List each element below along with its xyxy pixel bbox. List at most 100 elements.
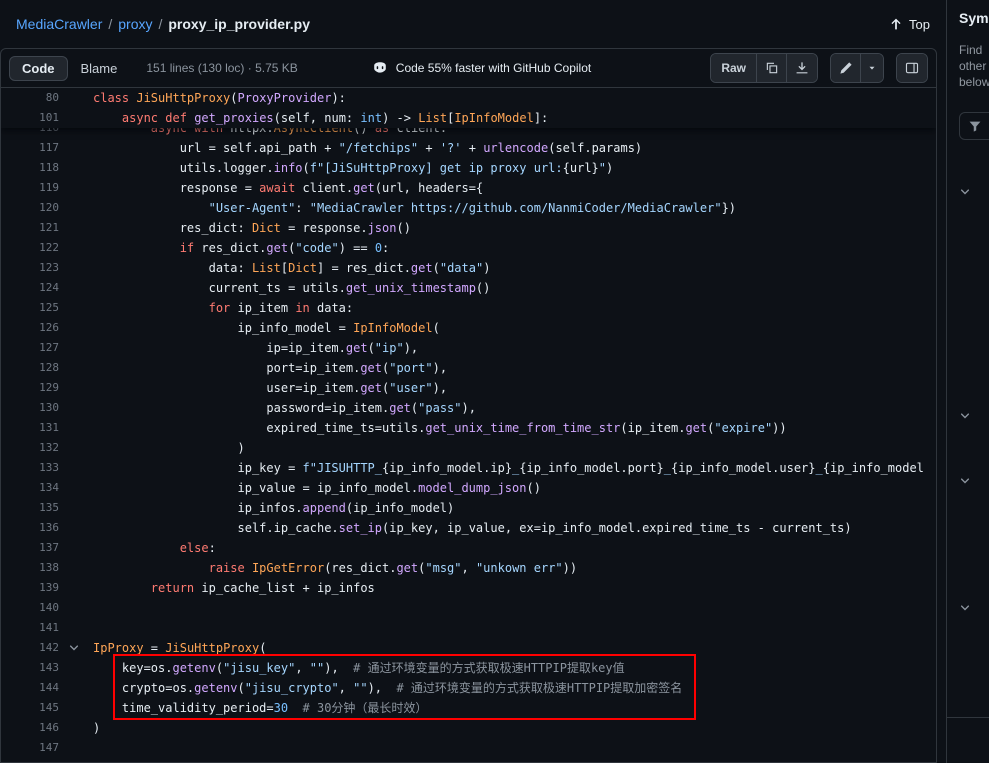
line-number[interactable]: 129 [1, 378, 59, 398]
gutter-spacer [59, 138, 89, 158]
symbols-panel: Symbols Findotherbelow [946, 0, 989, 763]
line-number[interactable]: 138 [1, 558, 59, 578]
line-number[interactable]: 140 [1, 598, 59, 618]
file-box: Code Blame 151 lines (130 loc) · 5.75 KB… [0, 48, 937, 763]
code-text: ip=ip_item.get("ip"), [89, 338, 418, 358]
code-line: 119 response = await client.get(url, hea… [1, 178, 936, 198]
line-number[interactable]: 126 [1, 318, 59, 338]
code-text: expired_time_ts=utils.get_unix_time_from… [89, 418, 787, 438]
raw-button[interactable]: Raw [711, 54, 757, 82]
gutter-spacer [59, 278, 89, 298]
chevron-down-icon[interactable] [957, 408, 973, 424]
gutter-spacer [59, 518, 89, 538]
copy-raw-button[interactable] [757, 54, 787, 82]
chevron-down-icon[interactable] [957, 600, 973, 616]
line-number[interactable]: 117 [1, 138, 59, 158]
symbols-panel-description-line: below [959, 74, 989, 90]
tab-code[interactable]: Code [9, 56, 68, 81]
tab-blame[interactable]: Blame [68, 56, 131, 81]
code-text: port=ip_item.get("port"), [89, 358, 447, 378]
code-text [89, 618, 93, 638]
code-line: 128 port=ip_item.get("port"), [1, 358, 936, 378]
code-text: crypto=os.getenv("jisu_crypto", ""), # 通… [89, 678, 682, 698]
gutter-spacer [59, 178, 89, 198]
line-number[interactable]: 132 [1, 438, 59, 458]
symbols-panel-description-line: other [959, 58, 989, 74]
copilot-icon [372, 60, 388, 76]
code-line: 122 if res_dict.get("code") == 0: [1, 238, 936, 258]
line-number[interactable]: 128 [1, 358, 59, 378]
code-line: 143 key=os.getenv("jisu_key", ""), # 通过环… [1, 658, 936, 678]
edit-file-button[interactable] [831, 54, 861, 82]
gutter-spacer [59, 598, 89, 618]
line-number[interactable]: 131 [1, 418, 59, 438]
back-to-top-link[interactable]: Top [889, 17, 930, 32]
symbols-filter-input[interactable] [959, 112, 989, 140]
code-line: 144 crypto=os.getenv("jisu_crypto", ""),… [1, 678, 936, 698]
gutter-spacer [59, 438, 89, 458]
line-number[interactable]: 125 [1, 298, 59, 318]
edit-dropdown-button[interactable] [861, 54, 883, 82]
copilot-banner-text: Code 55% faster with GitHub Copilot [396, 61, 591, 75]
gutter-spacer [59, 538, 89, 558]
line-number[interactable]: 80 [1, 88, 59, 108]
chevron-down-icon[interactable] [957, 473, 973, 489]
line-number[interactable]: 142 [1, 638, 59, 658]
line-number[interactable]: 143 [1, 658, 59, 678]
code-line: 121 res_dict: Dict = response.json() [1, 218, 936, 238]
gutter-spacer [59, 378, 89, 398]
breadcrumb-repo-link[interactable]: MediaCrawler [16, 16, 102, 32]
code-text: if res_dict.get("code") == 0: [89, 238, 389, 258]
code-text: password=ip_item.get("pass"), [89, 398, 476, 418]
breadcrumb-folder-link[interactable]: proxy [118, 16, 152, 32]
line-number[interactable]: 137 [1, 538, 59, 558]
gutter-spacer [59, 238, 89, 258]
code-line: 132 ) [1, 438, 936, 458]
line-number[interactable]: 119 [1, 178, 59, 198]
breadcrumb-separator: / [158, 16, 162, 32]
copilot-banner[interactable]: Code 55% faster with GitHub Copilot [372, 60, 591, 76]
gutter-spacer [59, 318, 89, 338]
breadcrumb: MediaCrawler / proxy / proxy_ip_provider… [0, 0, 946, 48]
line-number[interactable]: 118 [1, 158, 59, 178]
code-text [89, 738, 93, 758]
code-line: 124 current_ts = utils.get_unix_timestam… [1, 278, 936, 298]
line-number[interactable]: 145 [1, 698, 59, 718]
line-number[interactable]: 134 [1, 478, 59, 498]
symbols-panel-toggle-button[interactable] [897, 54, 927, 82]
line-number[interactable]: 121 [1, 218, 59, 238]
line-number[interactable]: 130 [1, 398, 59, 418]
line-number[interactable]: 101 [1, 108, 59, 128]
gutter-spacer [59, 418, 89, 438]
line-number[interactable]: 127 [1, 338, 59, 358]
line-number[interactable]: 136 [1, 518, 59, 538]
gutter-spacer [59, 218, 89, 238]
line-number[interactable]: 146 [1, 718, 59, 738]
back-to-top-label: Top [909, 17, 930, 32]
code-text: IpProxy = JiSuHttpProxy( [89, 638, 266, 658]
gutter-spacer [59, 338, 89, 358]
collapse-chevron-icon[interactable] [59, 638, 89, 658]
line-number[interactable]: 141 [1, 618, 59, 638]
gutter-spacer [59, 698, 89, 718]
line-number[interactable]: 135 [1, 498, 59, 518]
line-number[interactable]: 133 [1, 458, 59, 478]
file-toolbar: Code Blame 151 lines (130 loc) · 5.75 KB… [1, 49, 936, 88]
code-line: 135 ip_infos.append(ip_info_model) [1, 498, 936, 518]
line-number[interactable]: 123 [1, 258, 59, 278]
line-number[interactable]: 124 [1, 278, 59, 298]
symbols-toggle-group [896, 53, 928, 83]
code-text: ip_info_model = IpInfoModel( [89, 318, 440, 338]
code-text: user=ip_item.get("user"), [89, 378, 447, 398]
code-line: 140 [1, 598, 936, 618]
line-number[interactable]: 122 [1, 238, 59, 258]
line-number[interactable]: 139 [1, 578, 59, 598]
line-number[interactable]: 120 [1, 198, 59, 218]
arrow-up-icon [889, 17, 903, 31]
code-view: 116 async with httpx.AsyncClient() as cl… [1, 88, 936, 762]
chevron-down-icon[interactable] [957, 184, 973, 200]
download-raw-button[interactable] [787, 54, 817, 82]
line-number[interactable]: 144 [1, 678, 59, 698]
filter-icon [968, 119, 982, 133]
line-number[interactable]: 147 [1, 738, 59, 758]
